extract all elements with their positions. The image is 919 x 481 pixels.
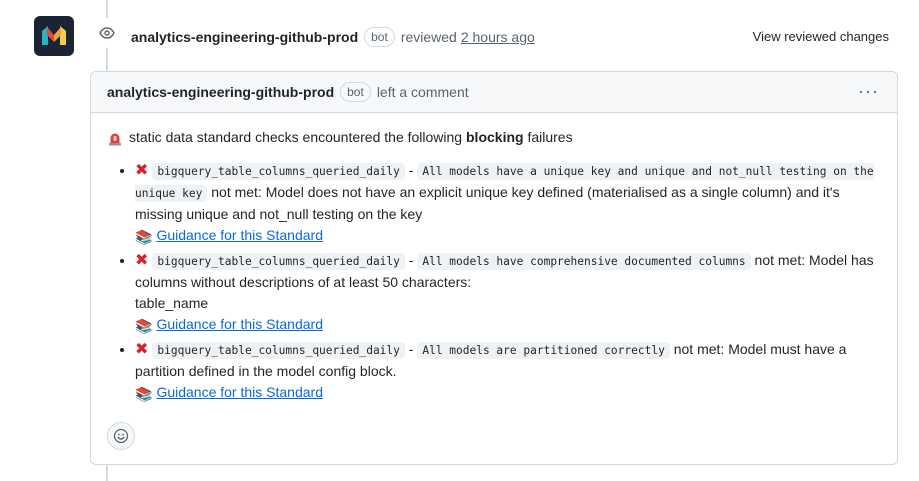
separator: - <box>408 162 414 178</box>
separator: - <box>408 252 414 268</box>
intro-text-end: failures <box>527 129 573 145</box>
failure-detail: table_name <box>135 295 209 311</box>
comment-header: analytics-engineering-github-prod bot le… <box>91 72 897 113</box>
eye-icon <box>92 18 122 48</box>
comment-intro: static data standard checks encountered … <box>107 127 881 148</box>
smiley-icon <box>113 428 129 444</box>
guidance-link[interactable]: Guidance for this Standard <box>156 384 323 400</box>
guidance-link[interactable]: Guidance for this Standard <box>156 316 323 332</box>
books-icon: 📚 <box>135 229 153 245</box>
intro-text: static data standard checks encountered … <box>129 129 463 145</box>
bot-badge: bot <box>340 82 371 102</box>
cross-mark-icon: ✖ <box>135 252 149 269</box>
review-timestamp-link[interactable]: 2 hours ago <box>461 29 535 45</box>
failure-list: ✖bigquery_table_columns_queried_daily - … <box>107 160 881 405</box>
add-reaction-button[interactable] <box>107 422 135 450</box>
books-icon: 📚 <box>135 386 153 402</box>
view-reviewed-changes-link[interactable]: View reviewed changes <box>753 26 889 48</box>
intro-bold-text: blocking <box>466 129 524 145</box>
comment-author-link[interactable]: analytics-engineering-github-prod <box>107 84 334 100</box>
cross-mark-icon: ✖ <box>135 162 149 179</box>
cross-mark-icon: ✖ <box>135 341 149 358</box>
monzo-logo <box>42 26 66 45</box>
separator: - <box>408 341 414 357</box>
standard-code: All models are partitioned correctly <box>417 342 670 359</box>
guidance-link[interactable]: Guidance for this Standard <box>156 227 323 243</box>
bot-badge: bot <box>364 27 395 47</box>
kebab-menu-icon[interactable]: ··· <box>858 82 879 100</box>
table-name-code: bigquery_table_columns_queried_daily <box>152 253 405 270</box>
review-comment: analytics-engineering-github-prod bot le… <box>90 71 898 465</box>
list-item: ✖bigquery_table_columns_queried_daily - … <box>135 160 881 248</box>
standard-code: All models have comprehensive documented… <box>417 253 751 270</box>
table-name-code: bigquery_table_columns_queried_daily <box>152 163 405 180</box>
comment-body: static data standard checks encountered … <box>91 113 897 405</box>
review-author-link[interactable]: analytics-engineering-github-prod <box>131 29 358 45</box>
review-action-text: reviewed <box>400 29 457 45</box>
failure-message: not met: Model does not have an explicit… <box>135 184 840 222</box>
table-name-code: bigquery_table_columns_queried_daily <box>152 342 405 359</box>
list-item: ✖bigquery_table_columns_queried_daily - … <box>135 250 881 337</box>
comment-action-text: left a comment <box>376 84 469 100</box>
avatar[interactable] <box>34 16 74 56</box>
rotating-light-icon <box>109 133 121 145</box>
list-item: ✖bigquery_table_columns_queried_daily - … <box>135 339 881 405</box>
books-icon: 📚 <box>135 318 153 334</box>
